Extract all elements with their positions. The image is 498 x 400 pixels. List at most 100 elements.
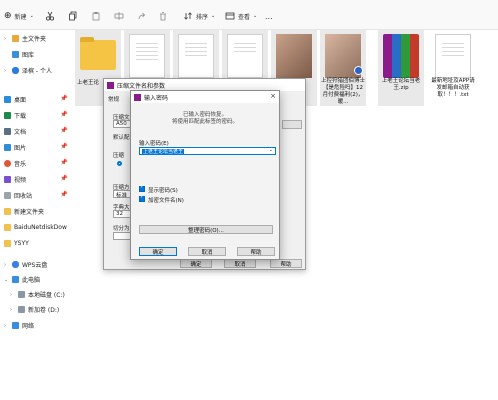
video-thumbnail — [276, 34, 312, 78]
view-icon — [225, 12, 235, 20]
documents-icon — [4, 128, 11, 135]
cloud-icon — [12, 261, 19, 268]
scissors-icon — [45, 11, 55, 21]
file-label: 上老王论坛当老王.zip — [381, 78, 421, 91]
paste-icon — [92, 12, 100, 21]
help-button[interactable]: 帮助 — [270, 259, 302, 268]
sidebar-item-pictures[interactable]: 图片 — [4, 142, 26, 153]
sidebar-item-wps-cloud[interactable]: › WPS云盘 — [4, 259, 47, 270]
document-icon — [178, 34, 214, 78]
delete-button[interactable] — [158, 9, 168, 23]
pin-icon: 📌 — [60, 143, 68, 150]
pin-icon: 📌 — [60, 159, 68, 166]
sidebar-item-downloads[interactable]: 下载 — [4, 110, 26, 121]
sidebar-item-label: 文档 — [14, 129, 27, 136]
sidebar-item-gallery[interactable]: 图库 — [4, 49, 34, 60]
dialog-titlebar: 输入密码 × — [131, 91, 279, 103]
sort-button[interactable]: 排序 ⌄ — [183, 9, 215, 23]
archive-app-icon — [107, 81, 114, 89]
new-button[interactable]: ⊕ 新建 ⌄ — [4, 9, 34, 23]
ok-button[interactable]: 确定 — [139, 247, 177, 256]
encrypt-filenames-label: 加密文件名(N) — [148, 198, 184, 204]
tab-general[interactable]: 常规 — [108, 95, 119, 103]
sidebar-item-ysyy[interactable]: YSYY — [4, 238, 29, 249]
sidebar-item-label: 主文件夹 — [22, 36, 47, 43]
show-password-checkbox[interactable] — [139, 184, 145, 192]
help-button[interactable]: 帮助 — [237, 247, 275, 256]
sidebar-item-recycle-bin[interactable]: 回收站 — [4, 190, 32, 201]
close-icon[interactable]: × — [270, 92, 276, 100]
sidebar-item-new-folder[interactable]: 新建文件夹 — [4, 206, 44, 217]
browse-button[interactable] — [282, 120, 302, 129]
share-button[interactable] — [137, 9, 147, 23]
password-value: 上老王论坛当老王 — [142, 149, 185, 155]
sidebar-item-label: 新加卷 (D:) — [28, 307, 60, 314]
sort-icon — [184, 12, 192, 20]
plus-icon: ⊕ — [4, 11, 12, 21]
folder-icon — [80, 40, 116, 70]
sidebar-item-music[interactable]: 音乐 — [4, 158, 26, 169]
file-tile-txt[interactable]: 最新地址及APP请发邮箱自动获取！！！.txt — [430, 30, 476, 106]
sidebar-item-label: 网络 — [22, 323, 35, 330]
paste-button[interactable] — [91, 9, 101, 23]
archive-icon — [383, 34, 419, 78]
archive-format-label: 压缩 — [113, 153, 125, 159]
copy-button[interactable] — [68, 9, 78, 23]
cancel-button[interactable]: 取消 — [224, 259, 256, 268]
dialog-title: 压缩文件名和参数 — [117, 82, 166, 90]
cut-button[interactable] — [45, 9, 55, 23]
sidebar-item-videos[interactable]: 视频 — [4, 174, 26, 185]
password-input[interactable]: 上老王论坛当老王 ⌄ — [139, 147, 276, 155]
pictures-icon — [4, 144, 11, 151]
sidebar-item-documents[interactable]: 文档 — [4, 126, 26, 137]
default-profile-label: 默认配 — [113, 135, 130, 141]
sidebar-item-label: WPS云盘 — [22, 262, 48, 269]
dialog-title: 输入密码 — [144, 94, 169, 102]
password-note-line-2: 将使用匹配此标签的密码。 — [171, 119, 238, 125]
organize-passwords-button[interactable]: 整理密码(O)... — [139, 225, 273, 234]
sidebar-item-drive-c[interactable]: › 本地磁盘 (C:) — [10, 289, 65, 300]
sidebar-item-label: 下载 — [14, 113, 27, 120]
navigation-pane: › 主文件夹 图库 › 泽槟 - 个人 桌面 📌 下载 📌 文档 📌 图片 📌 音乐 📌 视频… — [0, 30, 72, 400]
drive-icon — [18, 291, 25, 298]
sidebar-item-label: 新建文件夹 — [14, 209, 45, 216]
view-label: 查看 — [238, 13, 251, 21]
sidebar-item-label: 视频 — [14, 177, 27, 184]
view-button[interactable]: 查看 ⌄ — [225, 9, 257, 23]
sidebar-item-network[interactable]: › 网络 — [4, 320, 34, 331]
chevron-down-icon[interactable]: ⌄ — [269, 147, 273, 153]
sidebar-item-label: 泽槟 - 个人 — [22, 68, 52, 75]
split-volumes-label: 切分为 — [113, 226, 130, 232]
rar-radio[interactable] — [117, 161, 122, 166]
ok-button[interactable]: 确定 — [180, 259, 212, 268]
gallery-icon — [12, 51, 19, 58]
file-tile-archive[interactable]: 上老王论坛当老王.zip — [378, 30, 424, 106]
cloud-icon — [12, 67, 19, 74]
trash-icon — [160, 12, 166, 21]
file-label-partial: 上老王论 — [77, 80, 100, 86]
chevron-right-icon: › — [4, 322, 6, 329]
chevron-right-icon: › — [4, 261, 6, 268]
pin-icon: 📌 — [60, 95, 68, 102]
command-bar: ⊕ 新建 ⌄ 排序 ⌄ 查看 ⌄ ... — [0, 0, 498, 30]
sidebar-item-label: YSYY — [14, 240, 29, 247]
more-button[interactable]: ... — [265, 9, 273, 23]
sort-label: 排序 — [196, 13, 209, 21]
archive-app-icon — [134, 93, 141, 101]
videos-icon — [4, 176, 11, 183]
folder-icon — [4, 208, 11, 215]
sidebar-item-onedrive[interactable]: › 泽槟 - 个人 — [4, 65, 52, 76]
cancel-button[interactable]: 取消 — [188, 247, 226, 256]
sidebar-item-home[interactable]: › 主文件夹 — [4, 33, 46, 44]
sidebar-item-drive-d[interactable]: › 新加卷 (D:) — [10, 304, 59, 315]
rename-button[interactable] — [114, 9, 124, 23]
chevron-down-icon: ⌄ — [4, 276, 9, 283]
sidebar-item-label: 桌面 — [14, 97, 27, 104]
pin-icon: 📌 — [60, 175, 68, 182]
encrypt-filenames-checkbox[interactable] — [139, 194, 145, 202]
document-icon — [227, 34, 263, 78]
sidebar-item-baidunetdisk[interactable]: BaiduNetdiskDow — [4, 222, 67, 233]
sidebar-item-desktop[interactable]: 桌面 — [4, 94, 26, 105]
sidebar-item-this-pc[interactable]: ⌄ 此电脑 — [4, 274, 40, 285]
file-tile-video-2[interactable]: 上控狩猎团伯博士【是危险吗】12月付费福利(2)，暖... — [320, 30, 366, 106]
